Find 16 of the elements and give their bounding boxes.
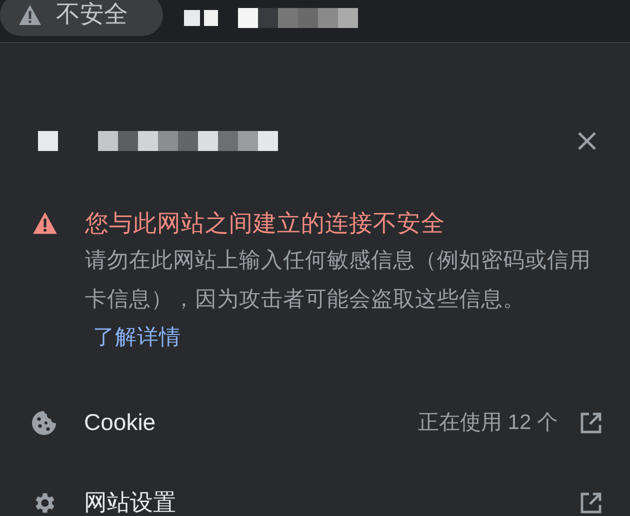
close-icon <box>576 130 598 152</box>
row-label: Cookie <box>84 408 156 438</box>
warning-icon <box>18 4 42 26</box>
warning-description: 请勿在此网站上输入任何敏感信息（例如密码或信用卡信息），因为攻击者可能会盗取这些信息。 了解详情 <box>85 247 592 351</box>
warning-title: 您与此网站之间建立的连接不安全 <box>85 209 446 238</box>
row-detail: 正在使用 12 个 <box>418 410 558 436</box>
cookie-icon <box>31 410 57 436</box>
external-link-icon <box>580 412 602 434</box>
warning-icon <box>32 211 58 235</box>
security-chip[interactable]: 不安全 <box>0 0 163 36</box>
cookies-row[interactable]: Cookie 正在使用 12 个 <box>0 402 630 442</box>
external-link-icon <box>580 492 602 514</box>
learn-more-link[interactable]: 了解详情 <box>93 325 181 349</box>
close-button[interactable] <box>576 130 598 152</box>
site-settings-row[interactable]: 网站设置 <box>0 482 630 516</box>
row-label: 网站设置 <box>84 488 176 516</box>
